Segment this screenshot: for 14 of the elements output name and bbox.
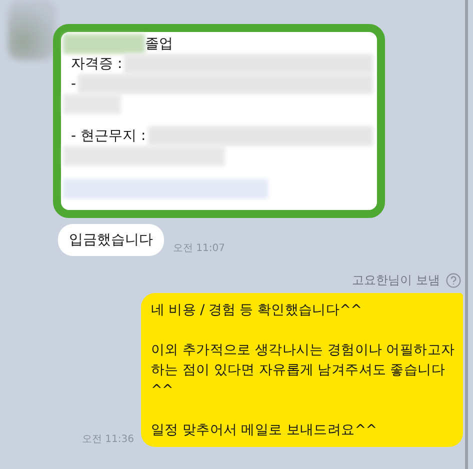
card-text: 자격증 : xyxy=(70,55,124,73)
help-icon[interactable] xyxy=(446,273,461,288)
message-text: 일정 맞추어서 메일로 보내드려요^^ xyxy=(151,421,378,440)
scrollbar[interactable] xyxy=(465,0,468,469)
avatar xyxy=(8,0,56,60)
message-time: 오전 11:07 xyxy=(173,242,225,256)
sender-note: 고요한님이 보냄 xyxy=(352,272,440,289)
message-bubble: 입금했습니다 xyxy=(58,224,164,256)
card-text: - 현근무지 : xyxy=(70,127,147,145)
message-text: 이외 추가적으로 생각나시는 경험이나 어필하고자 하는 점이 있다면 자유롭게 남겨주셔도 좋습니다^^ xyxy=(151,341,455,400)
card-text: - xyxy=(70,76,78,92)
message-time: 오전 11:36 xyxy=(82,433,134,447)
message-text: 네 비용 / 경험 등 확인했습니다^^ xyxy=(151,301,363,320)
card-text: 졸업 xyxy=(145,35,174,53)
